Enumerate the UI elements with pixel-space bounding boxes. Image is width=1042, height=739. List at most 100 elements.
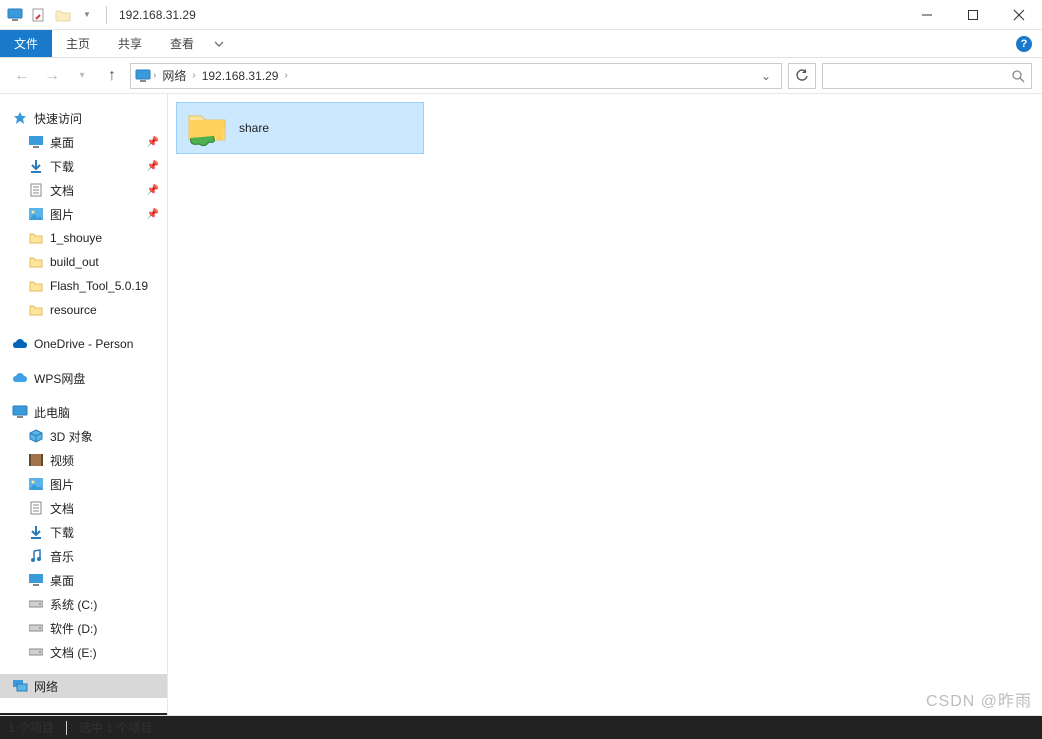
download-icon — [28, 158, 44, 174]
nav-back-button[interactable]: ← — [10, 64, 34, 88]
titlebar: ▼ 192.168.31.29 — [0, 0, 1042, 30]
sidebar-item-label: 文档 — [50, 182, 74, 199]
shared-folder-item[interactable]: share — [176, 102, 424, 154]
sidebar-item[interactable]: 图片 — [0, 472, 167, 496]
breadcrumb-segment[interactable]: 192.168.31.29 — [198, 69, 283, 83]
folder-icon — [28, 302, 44, 318]
download-icon — [28, 524, 44, 540]
sidebar-item[interactable]: 3D 对象 — [0, 424, 167, 448]
close-button[interactable] — [996, 0, 1042, 30]
sidebar-item-label: 音乐 — [50, 548, 74, 565]
sidebar-item-label: 桌面 — [50, 572, 74, 589]
sidebar-item-label: 图片 — [50, 476, 74, 493]
search-icon — [1011, 69, 1025, 83]
folder-icon — [28, 278, 44, 294]
pictures-icon — [28, 476, 44, 492]
desktop-icon — [28, 134, 44, 150]
folder-icon — [28, 230, 44, 246]
sidebar-item[interactable]: 图片📌 — [0, 202, 167, 226]
tab-home[interactable]: 主页 — [52, 30, 104, 57]
pin-icon: 📌 — [147, 161, 159, 172]
address-bar[interactable]: › 网络 › 192.168.31.29 › ⌄ — [130, 63, 782, 89]
sidebar-item[interactable]: 文档 (E:) — [0, 640, 167, 664]
sidebar-item[interactable]: 软件 (D:) — [0, 616, 167, 640]
chevron-right-icon[interactable]: › — [190, 70, 197, 81]
search-input[interactable] — [822, 63, 1032, 89]
drive-icon — [28, 644, 44, 660]
status-selection-count: 选中 1 个项目 — [79, 719, 152, 736]
content-area[interactable]: share — [168, 94, 1042, 715]
pin-icon: 📌 — [147, 137, 159, 148]
sidebar-wps[interactable]: WPS网盘 — [0, 366, 167, 390]
sidebar-item[interactable]: 文档📌 — [0, 178, 167, 202]
separator — [106, 6, 107, 24]
sidebar-item[interactable]: 系统 (C:) — [0, 592, 167, 616]
monitor-icon — [12, 404, 28, 420]
sidebar-item[interactable]: 文档 — [0, 496, 167, 520]
sidebar-label: WPS网盘 — [34, 370, 85, 387]
sidebar-quick-access[interactable]: 快速访问 — [0, 106, 167, 130]
sidebar-onedrive[interactable]: OneDrive - Person — [0, 332, 167, 356]
sidebar-item-label: 1_shouye — [50, 231, 102, 245]
cloud-icon — [12, 336, 28, 352]
sidebar-item[interactable]: 下载📌 — [0, 154, 167, 178]
help-button[interactable]: ? — [1016, 30, 1032, 57]
sidebar-item[interactable]: 下载 — [0, 520, 167, 544]
nav-up-button[interactable]: ↑ — [100, 64, 124, 88]
3d-icon — [28, 428, 44, 444]
window-title: 192.168.31.29 — [111, 8, 196, 22]
sidebar-item-label: Flash_Tool_5.0.19 — [50, 279, 148, 293]
sidebar-item-label: 图片 — [50, 206, 74, 223]
refresh-button[interactable] — [788, 63, 816, 89]
sidebar-item-label: 软件 (D:) — [50, 620, 97, 637]
sidebar-network[interactable]: 网络 — [0, 674, 167, 698]
sidebar-this-pc[interactable]: 此电脑 — [0, 400, 167, 424]
sidebar-item-label: 下载 — [50, 524, 74, 541]
video-icon — [28, 452, 44, 468]
chevron-right-icon[interactable]: › — [151, 70, 158, 81]
navigation-pane: 快速访问 桌面📌下载📌文档📌图片📌1_shouyebuild_outFlash_… — [0, 94, 168, 715]
address-icon — [135, 68, 151, 84]
shared-folder-icon — [185, 108, 229, 148]
drive-icon — [28, 596, 44, 612]
body: 快速访问 桌面📌下载📌文档📌图片📌1_shouyebuild_outFlash_… — [0, 94, 1042, 715]
sidebar-item-label: 桌面 — [50, 134, 74, 151]
sidebar-item[interactable]: build_out — [0, 250, 167, 274]
tab-view[interactable]: 查看 — [156, 30, 208, 57]
qat-properties-icon[interactable] — [30, 6, 48, 24]
star-icon — [12, 110, 28, 126]
sidebar-item[interactable]: 音乐 — [0, 544, 167, 568]
qat-newfolder-icon[interactable] — [54, 6, 72, 24]
sidebar-item-label: build_out — [50, 255, 99, 269]
window-controls — [904, 0, 1042, 30]
sidebar-item[interactable]: 桌面 — [0, 568, 167, 592]
chevron-right-icon[interactable]: › — [282, 70, 289, 81]
sidebar-label: 此电脑 — [34, 404, 70, 421]
sidebar-item-label: 系统 (C:) — [50, 596, 97, 613]
breadcrumb-segment[interactable]: 网络 — [158, 67, 190, 84]
maximize-button[interactable] — [950, 0, 996, 30]
sidebar-item[interactable]: Flash_Tool_5.0.19 — [0, 274, 167, 298]
sidebar-item[interactable]: 桌面 📌 — [0, 130, 167, 154]
address-dropdown-icon[interactable]: ⌄ — [755, 69, 777, 83]
nav-recent-dropdown[interactable]: ▾ — [70, 64, 94, 88]
tab-file[interactable]: 文件 — [0, 30, 52, 57]
ribbon-expand-icon[interactable] — [208, 30, 230, 57]
nav-forward-button[interactable]: → — [40, 64, 64, 88]
drive-icon — [28, 620, 44, 636]
ribbon-tabs: 文件 主页 共享 查看 ? — [0, 30, 1042, 58]
music-icon — [28, 548, 44, 564]
minimize-button[interactable] — [904, 0, 950, 30]
folder-name: share — [239, 121, 269, 135]
sidebar-item[interactable]: 1_shouye — [0, 226, 167, 250]
sidebar-item-label: resource — [50, 303, 97, 317]
quick-access-toolbar: ▼ — [0, 6, 111, 24]
status-bar: 1 个项目 选中 1 个项目 — [0, 715, 1042, 739]
desktop-icon — [28, 572, 44, 588]
sidebar-item[interactable]: resource — [0, 298, 167, 322]
sidebar-item[interactable]: 视频 — [0, 448, 167, 472]
tab-share[interactable]: 共享 — [104, 30, 156, 57]
qat-dropdown-icon[interactable]: ▼ — [78, 6, 96, 24]
sidebar-item-label: 文档 (E:) — [50, 644, 97, 661]
sidebar-item-label: 视频 — [50, 452, 74, 469]
